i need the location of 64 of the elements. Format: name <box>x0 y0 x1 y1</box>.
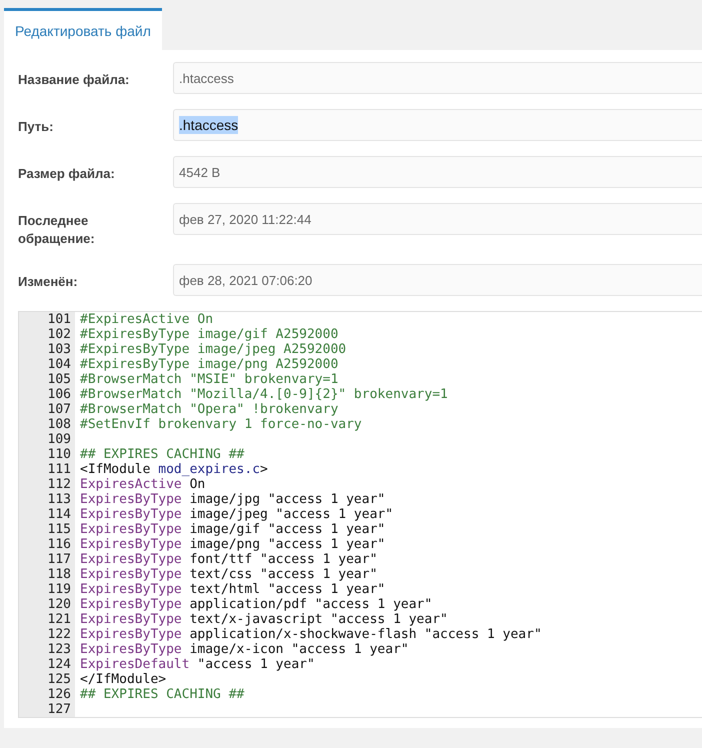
code-line: ExpiresByType image/png "access 1 year" <box>80 537 386 552</box>
code-line: #ExpiresActive On <box>80 312 214 327</box>
line-number: 114 <box>46 507 71 522</box>
code-line: ExpiresByType image/jpg "access 1 year" <box>80 492 386 507</box>
code-line: ExpiresByType text/x-javascript "access 1 year" <box>80 612 448 627</box>
line-number: 123 <box>46 642 71 657</box>
code-line: #BrowserMatch "Mozilla/4.[0-9]{2}" brokenvary=1 <box>80 387 448 402</box>
line-number: 124 <box>46 657 71 672</box>
line-number: 108 <box>46 417 71 432</box>
code-editor[interactable] <box>18 311 702 718</box>
code-line: ExpiresByType text/css "access 1 year" <box>80 567 378 582</box>
line-number: 101 <box>46 312 71 327</box>
input-field[interactable]: фев 28, 2021 07:06:20 <box>173 264 702 296</box>
line-number: 113 <box>46 492 71 507</box>
code-line: #ExpiresByType image/jpeg A2592000 <box>80 342 346 357</box>
code-line: ExpiresActive On <box>80 477 206 492</box>
line-number: 105 <box>46 372 71 387</box>
code-line: #SetEnvIf brokenvary 1 force-no-vary <box>80 417 362 432</box>
line-number: 122 <box>46 627 71 642</box>
code-line: ## EXPIRES CACHING ## <box>80 687 244 702</box>
line-number: 103 <box>46 342 71 357</box>
code-line: ExpiresByType text/html "access 1 year" <box>80 582 386 597</box>
line-number: 102 <box>46 327 71 342</box>
code-line: ExpiresByType font/ttf "access 1 year" <box>80 552 378 567</box>
line-number: 117 <box>46 552 71 567</box>
input-field[interactable]: фев 27, 2020 11:22:44 <box>173 203 702 235</box>
line-number: 107 <box>46 402 71 417</box>
line-number: 121 <box>46 612 71 627</box>
line-number: 110 <box>46 447 71 462</box>
line-number: 127 <box>46 702 71 717</box>
line-number: 115 <box>46 522 71 537</box>
line-number: 111 <box>46 462 71 477</box>
line-number: 104 <box>46 357 71 372</box>
field-label: Размер файла: <box>18 165 116 183</box>
code-line: ## EXPIRES CACHING ## <box>80 447 244 462</box>
code-line: ExpiresByType application/pdf "access 1 year" <box>80 597 432 612</box>
input-field[interactable]: .htaccess <box>173 109 702 141</box>
input-field[interactable]: 4542 B <box>173 156 702 188</box>
code-line: ExpiresByType image/jpeg "access 1 year" <box>80 507 394 522</box>
code-line: ExpiresByType application/x-shockwave-flash "access 1 year" <box>80 627 542 642</box>
code-line: #BrowserMatch "Opera" !brokenvary <box>80 402 338 417</box>
line-number: 112 <box>46 477 71 492</box>
tab[interactable]: Редактировать файл <box>4 8 162 50</box>
line-number: 109 <box>46 432 71 447</box>
code-line: #ExpiresByType image/png A2592000 <box>80 357 338 372</box>
input-field[interactable]: .htaccess <box>173 62 702 94</box>
line-number: 116 <box>46 537 71 552</box>
line-number: 125 <box>46 672 71 687</box>
code-line: ExpiresByType image/x-icon "access 1 year" <box>80 642 409 657</box>
code-line: #BrowserMatch "MSIE" brokenvary=1 <box>80 372 338 387</box>
field-label: Последнее обращение: <box>18 212 96 248</box>
field-label: Название файла: <box>18 71 130 89</box>
field-label: Изменён: <box>18 273 79 291</box>
code-line: ExpiresDefault "access 1 year" <box>80 657 315 672</box>
field-label: Путь: <box>18 118 54 136</box>
line-number: 126 <box>46 687 71 702</box>
code-line: #ExpiresByType image/gif A2592000 <box>80 327 338 342</box>
code-line: ExpiresByType image/gif "access 1 year" <box>80 522 386 537</box>
code-line: <IfModule mod_expires.c> <box>80 462 268 477</box>
line-number: 118 <box>46 567 71 582</box>
line-number: 119 <box>46 582 71 597</box>
code-line: </IfModule> <box>80 672 166 687</box>
line-number: 120 <box>46 597 71 612</box>
line-number: 106 <box>46 387 71 402</box>
